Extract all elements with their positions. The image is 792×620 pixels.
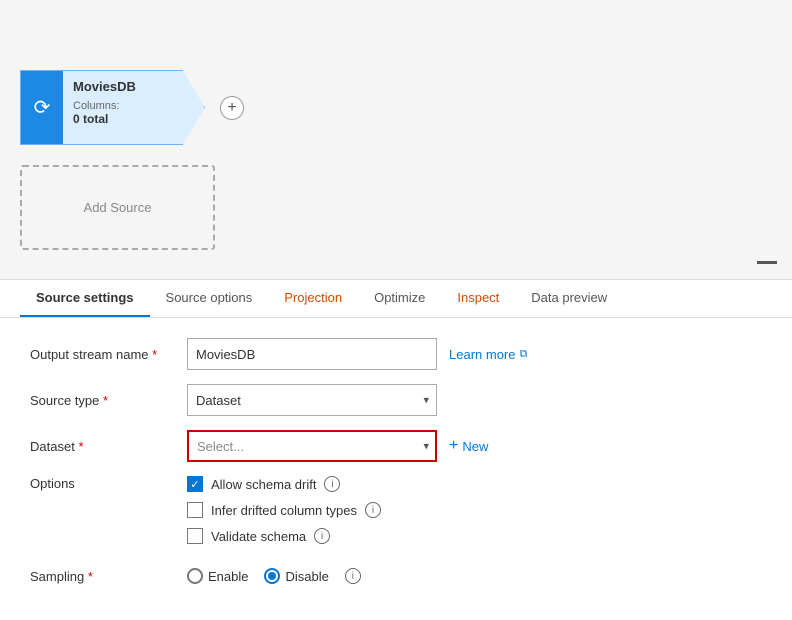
validate-schema-info-icon[interactable]: i — [314, 528, 330, 544]
tab-optimize[interactable]: Optimize — [358, 280, 441, 317]
sampling-row: Sampling * Enable Disable i — [30, 568, 762, 584]
canvas-area: ⟳ MoviesDB Columns: 0 total + Add Source — [0, 0, 792, 280]
dataset-label: Dataset * — [30, 439, 175, 454]
source-type-row: Source type * Dataset Inline ▾ — [30, 384, 762, 416]
validate-schema-row: Validate schema i — [187, 528, 381, 544]
node-content: MoviesDB Columns: 0 total — [63, 71, 184, 144]
output-stream-input[interactable] — [187, 338, 437, 370]
source-type-label: Source type * — [30, 393, 175, 408]
dataset-select-wrapper: Select... ▾ — [187, 430, 437, 462]
source-type-required: * — [103, 393, 108, 408]
dataset-select[interactable]: Select... — [187, 430, 437, 462]
sampling-info-icon[interactable]: i — [345, 568, 361, 584]
allow-schema-drift-row: Allow schema drift i — [187, 476, 381, 492]
minimize-button[interactable] — [757, 261, 777, 264]
validate-schema-checkbox[interactable] — [187, 528, 203, 544]
infer-drifted-checkbox[interactable] — [187, 502, 203, 518]
tab-source-settings[interactable]: Source settings — [20, 280, 150, 317]
output-stream-required: * — [152, 347, 157, 362]
sampling-disable-label: Disable — [285, 569, 328, 584]
validate-schema-label: Validate schema — [211, 529, 306, 544]
sampling-disable-radio[interactable] — [264, 568, 280, 584]
node-icon-area: ⟳ — [21, 71, 63, 144]
dataset-row: Dataset * Select... ▾ + New — [30, 430, 762, 462]
tab-inspect[interactable]: Inspect — [441, 280, 515, 317]
movies-db-node[interactable]: ⟳ MoviesDB Columns: 0 total — [20, 70, 205, 145]
tab-data-preview[interactable]: Data preview — [515, 280, 623, 317]
sampling-label: Sampling * — [30, 569, 175, 584]
infer-drifted-label: Infer drifted column types — [211, 503, 357, 518]
external-link-icon: ⧉ — [519, 348, 527, 361]
tab-projection[interactable]: Projection — [268, 280, 358, 317]
node-container: ⟳ MoviesDB Columns: 0 total + — [20, 70, 244, 145]
learn-more-link[interactable]: Learn more ⧉ — [449, 347, 527, 362]
database-icon: ⟳ — [34, 95, 51, 120]
allow-schema-drift-checkbox[interactable] — [187, 476, 203, 492]
node-subtitle: Columns: 0 total — [73, 100, 174, 126]
tab-source-options[interactable]: Source options — [150, 280, 269, 317]
allow-schema-drift-label: Allow schema drift — [211, 477, 316, 492]
form-area: Output stream name * Learn more ⧉ Source… — [0, 318, 792, 618]
options-checkboxes: Allow schema drift i Infer drifted colum… — [187, 476, 381, 554]
infer-drifted-info-icon[interactable]: i — [365, 502, 381, 518]
sampling-enable-option[interactable]: Enable — [187, 568, 248, 584]
source-type-select-wrapper: Dataset Inline ▾ — [187, 384, 437, 416]
sampling-enable-radio[interactable] — [187, 568, 203, 584]
add-source-button[interactable]: Add Source — [20, 165, 215, 250]
sampling-enable-label: Enable — [208, 569, 248, 584]
plus-icon: + — [449, 437, 458, 455]
tabs-container: Source settings Source options Projectio… — [0, 280, 792, 318]
source-type-select[interactable]: Dataset Inline — [187, 384, 437, 416]
new-dataset-button[interactable]: + New — [449, 437, 488, 455]
infer-drifted-row: Infer drifted column types i — [187, 502, 381, 518]
add-connection-button[interactable]: + — [220, 96, 244, 120]
dataset-required: * — [78, 439, 83, 454]
sampling-disable-option[interactable]: Disable — [264, 568, 328, 584]
node-count: 0 total — [73, 112, 108, 126]
sampling-required: * — [88, 569, 93, 584]
output-stream-row: Output stream name * Learn more ⧉ — [30, 338, 762, 370]
sampling-radio-group: Enable Disable i — [187, 568, 361, 584]
options-label: Options — [30, 476, 175, 491]
options-row: Options Allow schema drift i Infer drift… — [30, 476, 762, 554]
allow-schema-drift-info-icon[interactable]: i — [324, 476, 340, 492]
output-stream-label: Output stream name * — [30, 347, 175, 362]
node-title: MoviesDB — [73, 79, 174, 94]
